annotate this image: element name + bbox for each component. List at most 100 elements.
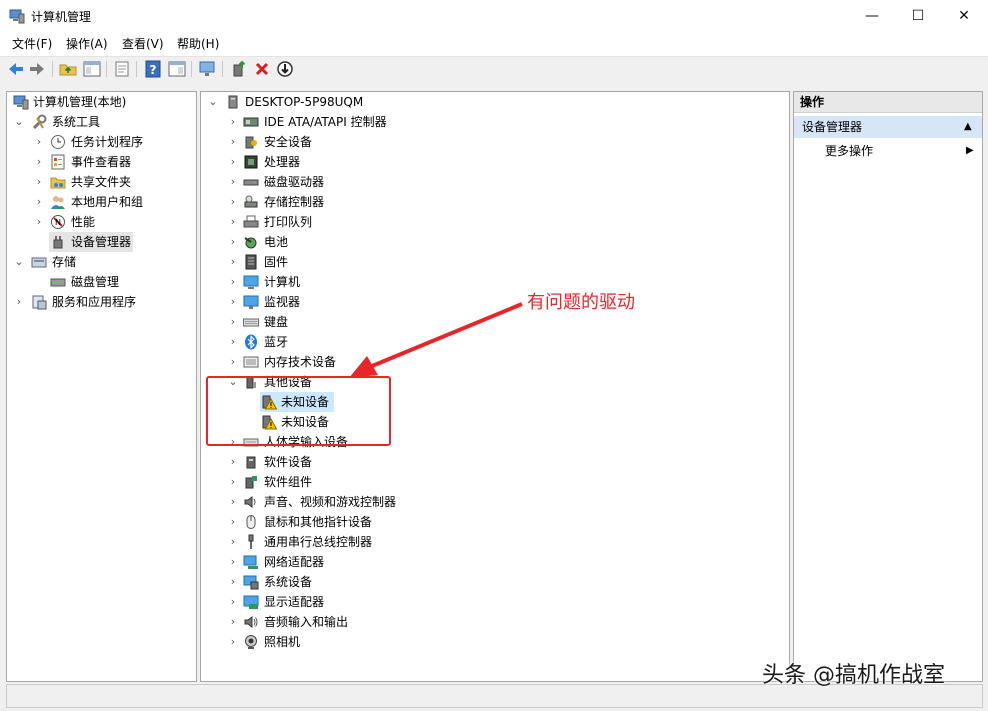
- system-device-icon: [243, 574, 259, 590]
- more-actions-item[interactable]: 更多操作: [825, 144, 873, 158]
- device-category-bluetooth[interactable]: › 蓝牙: [203, 332, 763, 352]
- close-button[interactable]: ✕: [941, 0, 987, 32]
- chevron-right-icon[interactable]: ›: [227, 512, 239, 532]
- device-category-disk-drives[interactable]: › 磁盘驱动器: [203, 172, 763, 192]
- forward-icon[interactable]: [28, 60, 46, 78]
- scan-hardware-icon[interactable]: [276, 60, 294, 78]
- svg-text:N: N: [55, 218, 61, 227]
- chevron-right-icon[interactable]: ›: [227, 212, 239, 232]
- device-category-network-adapters[interactable]: › 网络适配器: [203, 552, 763, 572]
- device-category-print-queues[interactable]: › 打印队列: [203, 212, 763, 232]
- update-driver-icon[interactable]: [230, 60, 248, 78]
- minimize-button[interactable]: —: [849, 0, 895, 32]
- properties-icon[interactable]: [168, 60, 186, 78]
- device-category-audio-inputs-outputs[interactable]: › 音频输入和输出: [203, 612, 763, 632]
- device-category-display-adapters[interactable]: › 显示适配器: [203, 592, 763, 612]
- chevron-right-icon[interactable]: ›: [227, 292, 239, 312]
- tree-item-computer-management-local[interactable]: 计算机管理(本地): [9, 92, 195, 112]
- device-category-security[interactable]: › 安全设备: [203, 132, 763, 152]
- tree-item-device-manager[interactable]: 设备管理器: [49, 232, 133, 252]
- tree-item-event-viewer[interactable]: › 事件查看器: [9, 152, 195, 172]
- uninstall-icon[interactable]: [253, 60, 271, 78]
- device-category-system-devices[interactable]: › 系统设备: [203, 572, 763, 592]
- device-category-usb-controllers[interactable]: › 通用串行总线控制器: [203, 532, 763, 552]
- device-category-cameras[interactable]: › 照相机: [203, 632, 763, 652]
- device-category-memory-technology[interactable]: › 内存技术设备: [203, 352, 763, 372]
- tree-item-performance[interactable]: › N 性能: [9, 212, 195, 232]
- chevron-right-icon[interactable]: ›: [227, 192, 239, 212]
- menu-help[interactable]: 帮助(H): [177, 37, 219, 51]
- tree-item-system-tools[interactable]: ⌄ 系统工具: [9, 112, 195, 132]
- collapse-up-icon[interactable]: ▲: [964, 120, 972, 134]
- chevron-down-icon[interactable]: ⌄: [207, 92, 219, 112]
- chevron-right-icon[interactable]: ›: [227, 352, 239, 372]
- device-category-software-devices[interactable]: › 软件设备: [203, 452, 763, 472]
- chevron-right-icon[interactable]: ›: [227, 132, 239, 152]
- export-icon[interactable]: [113, 60, 131, 78]
- submenu-arrow-icon[interactable]: ▶: [966, 144, 974, 158]
- menu-view[interactable]: 查看(V): [122, 37, 164, 51]
- device-category-battery[interactable]: › 电池: [203, 232, 763, 252]
- chevron-right-icon[interactable]: ›: [33, 212, 45, 232]
- chevron-right-icon[interactable]: ›: [227, 572, 239, 592]
- device-category-label: 监视器: [264, 295, 301, 309]
- chevron-right-icon[interactable]: ›: [227, 632, 239, 652]
- chevron-right-icon[interactable]: ›: [227, 552, 239, 572]
- chevron-right-icon[interactable]: ›: [227, 112, 239, 132]
- chevron-right-icon[interactable]: ›: [227, 152, 239, 172]
- tree-item-shared-folders[interactable]: › 共享文件夹: [9, 172, 195, 192]
- chevron-right-icon[interactable]: ›: [227, 332, 239, 352]
- menu-action[interactable]: 操作(A): [66, 37, 108, 51]
- show-hide-tree-icon[interactable]: [83, 60, 101, 78]
- device-category-software-components[interactable]: › 软件组件: [203, 472, 763, 492]
- actions-section-device-manager[interactable]: 设备管理器 ▲: [794, 116, 982, 138]
- chevron-right-icon[interactable]: ›: [227, 172, 239, 192]
- device-category-label: 显示适配器: [264, 595, 325, 609]
- device-category-mice-pointing[interactable]: › 鼠标和其他指针设备: [203, 512, 763, 532]
- monitor-icon[interactable]: [198, 60, 216, 78]
- chevron-right-icon[interactable]: ›: [227, 472, 239, 492]
- services-icon: [31, 294, 47, 310]
- chevron-down-icon[interactable]: ⌄: [13, 112, 25, 132]
- maximize-button[interactable]: ☐: [895, 0, 941, 32]
- device-category-keyboards[interactable]: › 键盘: [203, 312, 763, 332]
- menu-file[interactable]: 文件(F): [12, 37, 52, 51]
- device-category-label: 系统设备: [264, 575, 313, 589]
- device-manager-icon: [50, 234, 66, 250]
- chevron-right-icon[interactable]: ›: [33, 172, 45, 192]
- chevron-right-icon[interactable]: ›: [227, 252, 239, 272]
- chevron-right-icon[interactable]: ›: [227, 592, 239, 612]
- chevron-right-icon[interactable]: ›: [33, 192, 45, 212]
- help-icon[interactable]: ?: [144, 60, 162, 78]
- chevron-right-icon[interactable]: ›: [227, 532, 239, 552]
- chevron-right-icon[interactable]: ›: [227, 492, 239, 512]
- device-category-storage-controllers[interactable]: › 存储控制器: [203, 192, 763, 212]
- chevron-right-icon[interactable]: ›: [227, 612, 239, 632]
- back-icon[interactable]: [7, 60, 25, 78]
- chevron-right-icon[interactable]: ›: [13, 292, 25, 312]
- device-category-sound-video-game[interactable]: › 声音、视频和游戏控制器: [203, 492, 763, 512]
- device-category-processor[interactable]: › 处理器: [203, 152, 763, 172]
- device-category-label: 磁盘驱动器: [264, 175, 325, 189]
- device-category-firmware[interactable]: › 固件: [203, 252, 763, 272]
- chevron-right-icon[interactable]: ›: [227, 312, 239, 332]
- software-component-icon: [243, 474, 259, 490]
- device-category-ide[interactable]: › IDE ATA/ATAPI 控制器: [203, 112, 763, 132]
- device-category-label: 计算机: [264, 275, 301, 289]
- chevron-right-icon[interactable]: ›: [227, 452, 239, 472]
- device-category-monitors[interactable]: › 监视器: [203, 292, 763, 312]
- chevron-right-icon[interactable]: ›: [33, 132, 45, 152]
- chevron-down-icon[interactable]: ⌄: [13, 252, 25, 272]
- toolbar-separator: [52, 61, 53, 77]
- tree-item-storage[interactable]: ⌄ 存储: [9, 252, 195, 272]
- tree-item-local-users-groups[interactable]: › 本地用户和组: [9, 192, 195, 212]
- tree-item-task-scheduler[interactable]: › 任务计划程序: [9, 132, 195, 152]
- chevron-right-icon[interactable]: ›: [227, 232, 239, 252]
- tree-item-services-applications[interactable]: › 服务和应用程序: [9, 292, 195, 312]
- chevron-right-icon[interactable]: ›: [33, 152, 45, 172]
- device-tree-root[interactable]: ⌄ DESKTOP-5P98UQM: [203, 92, 763, 112]
- device-category-computer[interactable]: › 计算机: [203, 272, 763, 292]
- chevron-right-icon[interactable]: ›: [227, 272, 239, 292]
- up-folder-icon[interactable]: [59, 60, 77, 78]
- tree-item-disk-management[interactable]: 磁盘管理: [9, 272, 195, 292]
